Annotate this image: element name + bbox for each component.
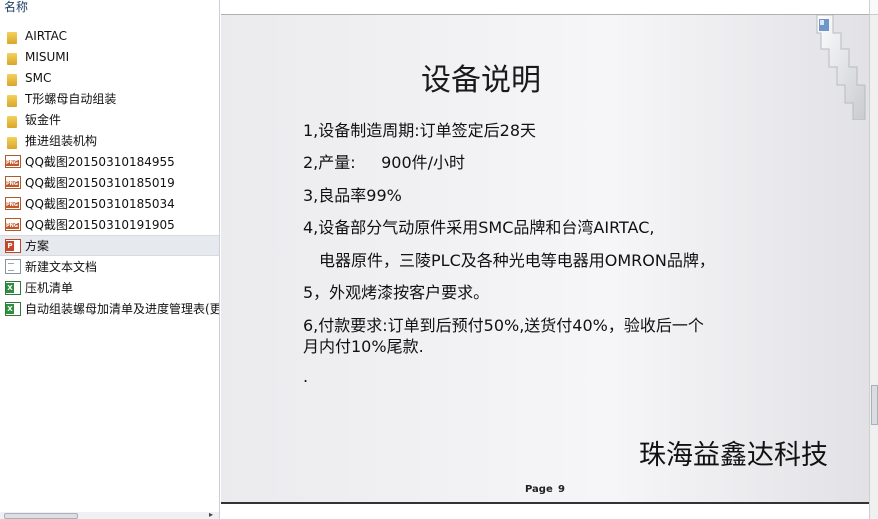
file-row[interactable]: QQ截图20150310185019 (0, 172, 219, 193)
file-pane: 名称 AIRTAC MISUMI SMC T形螺母自动组装钣金件推进组装机构 QQ截图2… (0, 0, 220, 519)
xls-icon (5, 280, 21, 295)
staircase-decoration-icon (816, 15, 866, 120)
file-name: 推进组装机构 (25, 134, 98, 148)
file-name: QQ截图20150310185034 (25, 197, 175, 211)
folder-icon (7, 115, 17, 128)
file-row[interactable]: 压机清单 (0, 277, 219, 298)
column-header-name[interactable]: 名称 (4, 0, 28, 15)
file-row[interactable]: QQ截图20150310191905 (0, 214, 219, 235)
folder-icon (7, 94, 17, 107)
ppt-icon (5, 238, 21, 253)
file-row[interactable]: 方案 (0, 235, 219, 256)
file-list: AIRTAC MISUMI SMC T形螺母自动组装钣金件推进组装机构 QQ截图2015… (0, 25, 219, 319)
file-name: 自动组装螺母加清单及进度管理表(更 (25, 302, 219, 316)
file-name: QQ截图20150310191905 (25, 218, 175, 232)
file-name: T形螺母自动组装 (25, 92, 117, 106)
file-name: AIRTAC (25, 28, 67, 43)
file-row[interactable]: MISUMI (0, 46, 219, 67)
file-name: SMC (25, 70, 52, 85)
file-name: 钣金件 (25, 113, 62, 127)
folder-icon (7, 52, 17, 65)
folder-icon (7, 136, 17, 149)
png-icon (5, 155, 21, 168)
folder-icon (7, 73, 17, 86)
slide-preview: 设备说明 1,设备制造周期:订单签定后28天 2,产量: 900件/小时 3,良… (221, 15, 869, 504)
slide-line-5: 5，外观烤漆按客户要求。 (303, 283, 490, 302)
file-row[interactable]: 新建文本文档 (0, 256, 219, 277)
page-number: 9 (558, 484, 565, 495)
slide-line-4-continued: 电器原件，三陵PLC及各种光电等电器用OMRON品牌， (319, 251, 715, 270)
scroll-up-arrow-icon[interactable] (870, 0, 878, 15)
file-name: 方案 (25, 239, 50, 253)
scroll-right-arrow-icon[interactable]: ▸ (209, 510, 213, 519)
file-row[interactable]: QQ截图20150310184955 (0, 151, 219, 172)
slide-title: 设备说明 (421, 63, 541, 98)
file-row[interactable]: 推进组装机构 (0, 130, 219, 151)
file-name: QQ截图20150310185019 (25, 176, 175, 190)
txt-icon (5, 259, 21, 274)
file-name: QQ截图20150310184955 (25, 155, 175, 169)
folder-icon (7, 31, 17, 44)
file-name: 新建文本文档 (25, 260, 98, 274)
file-row[interactable]: SMC (0, 67, 219, 88)
file-row[interactable]: QQ截图20150310185034 (0, 193, 219, 214)
png-icon (5, 176, 21, 189)
slide-line-dot: . (303, 367, 309, 386)
file-name: MISUMI (25, 49, 70, 64)
scrollbar-thumb[interactable] (4, 513, 78, 519)
company-name: 珠海益鑫达科技 (639, 440, 828, 471)
xls-icon (5, 301, 21, 316)
png-icon (5, 218, 21, 231)
slide-line-3: 3,良品率99% (303, 186, 402, 205)
scrollbar-thumb-vertical[interactable] (871, 385, 878, 425)
file-row[interactable]: AIRTAC (0, 25, 219, 46)
slide-bottom-gap (221, 504, 869, 519)
slide-line-1: 1,设备制造周期:订单签定后28天 (303, 121, 537, 140)
slide-line-6-continued: 月内付10%尾款. (303, 337, 424, 356)
file-name: 压机清单 (25, 281, 74, 295)
slide-top-edge (221, 0, 869, 15)
vertical-scrollbar[interactable] (869, 0, 878, 519)
file-row[interactable]: T形螺母自动组装 (0, 88, 219, 109)
page-label: Page (525, 484, 553, 495)
slide-line-4: 4,设备部分气动原件采用SMC品牌和台湾AIRTAC, (303, 218, 655, 237)
file-row[interactable]: 钣金件 (0, 109, 219, 130)
slide-line-2: 2,产量: 900件/小时 (303, 153, 466, 172)
png-icon (5, 197, 21, 210)
horizontal-scrollbar[interactable]: ▸ (0, 510, 219, 519)
file-row[interactable]: 自动组装螺母加清单及进度管理表(更 (0, 298, 219, 319)
